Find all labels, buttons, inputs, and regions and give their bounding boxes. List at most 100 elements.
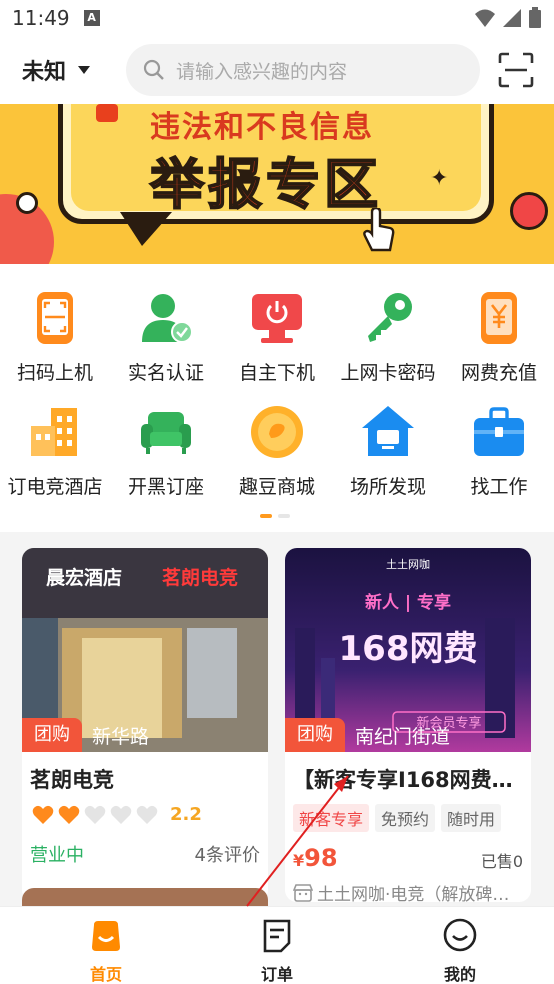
venue-house-icon	[362, 406, 414, 456]
pager-dots	[260, 514, 290, 518]
heart-icon-empty	[136, 805, 158, 824]
grid-item-seat[interactable]: 开黑订座	[111, 404, 221, 499]
street-label: 南纪门街道	[355, 725, 451, 748]
top-header: 未知 请输入感兴趣的内容	[0, 36, 554, 104]
signal-icon	[503, 9, 521, 27]
nav-label: 我的	[443, 965, 476, 984]
chevron-down-icon	[78, 66, 91, 74]
grid-label: 网费充值	[460, 362, 537, 384]
bottom-nav: 首页 订单 我的	[0, 906, 554, 984]
status-time: 11:49	[12, 6, 70, 30]
grid-label: 趣豆商城	[238, 476, 315, 498]
status-row: 营业中 4条评价	[22, 825, 268, 867]
grid-label: 开黑订座	[127, 476, 204, 498]
shop-name: 茗朗电竞	[30, 768, 114, 792]
verified-user-icon	[142, 294, 193, 343]
deal-name: 【新客专享I168网费…	[293, 768, 513, 792]
grid-item-job[interactable]: 找工作	[444, 404, 554, 499]
pager-dot	[278, 514, 290, 518]
search-placeholder: 请输入感兴趣的内容	[176, 60, 348, 83]
shop-image: 晨宏酒店 茗朗电竞 团购 新华路	[22, 548, 268, 752]
nav-label: 订单	[260, 965, 293, 984]
city-name: 未知	[22, 60, 67, 85]
heart-icon-filled	[32, 805, 54, 824]
nav-profile[interactable]: 我的	[410, 917, 510, 984]
price-row: ¥98 已售0	[285, 832, 531, 872]
decor-circle-right	[510, 192, 548, 230]
grid-item-topup[interactable]: 网费充值	[444, 290, 554, 385]
grid-item-venue[interactable]: 场所发现	[333, 404, 443, 499]
pointer-hand-icon	[363, 208, 395, 252]
tag-row: 团购 南纪门街道	[285, 718, 450, 752]
scan-phone-icon	[37, 292, 73, 344]
group-buy-badge: 团购	[285, 718, 345, 752]
search-input[interactable]: 请输入感兴趣的内容	[126, 44, 480, 96]
search-icon	[143, 59, 164, 80]
grid-item-scan[interactable]: 扫码上机	[0, 290, 110, 385]
heart-icon-empty	[110, 805, 132, 824]
function-grid: 扫码上机 实名认证 自主下机 上网卡密码 网费充值 订电竞酒店 开黑订座 趣豆商…	[0, 264, 554, 532]
profile-smile-icon	[443, 918, 477, 952]
key-icon	[368, 293, 412, 342]
decor-dot	[16, 192, 38, 214]
currency-symbol: ¥	[293, 851, 305, 870]
deal-card[interactable]: 土土网咖 新人 | 专享 168网费 新会员专享 团购 南纪门街道 【新客专享I…	[285, 548, 531, 902]
grid-label: 场所发现	[349, 476, 426, 498]
app-screen: 11:49 A 未知 请输入感兴趣的内容 违法和不良信息 举报专区 ✦ 扫码上机…	[0, 0, 554, 984]
banner-title: 举报专区	[149, 152, 382, 217]
scan-icon[interactable]	[498, 52, 534, 88]
sparkle-icon: ✦	[430, 166, 449, 191]
grid-label: 订电竞酒店	[7, 476, 103, 498]
status-indicators	[474, 7, 542, 29]
wifi-icon	[475, 9, 495, 27]
power-monitor-icon	[252, 294, 302, 343]
price-value: 98	[304, 844, 338, 872]
report-banner[interactable]: 违法和不良信息 举报专区 ✦	[0, 104, 554, 264]
open-status: 营业中	[30, 845, 84, 866]
alarm-icon	[96, 104, 118, 122]
street-label: 新华路	[92, 725, 150, 748]
status-bar: 11:49 A	[0, 0, 554, 36]
brand-text: 土土网咖	[386, 557, 430, 571]
briefcase-icon	[474, 407, 524, 456]
grid-item-hotel[interactable]: 订电竞酒店	[0, 404, 110, 499]
merchant-name: 土土网咖·电竞（解放碑…	[317, 885, 510, 902]
deal-tag: 新客专享	[293, 804, 370, 832]
poster-new-user: 新人 | 专享	[365, 592, 451, 613]
grid-label: 自主下机	[238, 362, 315, 384]
notification-icon: A	[83, 10, 100, 26]
deal-tags: 新客专享 免预约 随时用	[285, 794, 531, 832]
grid-label: 扫码上机	[16, 362, 93, 384]
nav-label: 首页	[89, 965, 122, 984]
rating-value: 2.2	[170, 804, 202, 825]
deal-image: 土土网咖 新人 | 专享 168网费 新会员专享 团购 南纪门街道	[285, 548, 531, 752]
grid-item-card-password[interactable]: 上网卡密码	[333, 290, 443, 385]
nav-home[interactable]: 首页	[56, 917, 156, 984]
merchant-row: 土土网咖·电竞（解放碑…	[285, 872, 531, 902]
rating-hearts: 2.2	[22, 794, 268, 825]
hotel-building-icon	[31, 408, 77, 456]
shop-sign-2: 茗朗电竞	[162, 566, 238, 589]
grid-label: 上网卡密码	[340, 362, 436, 384]
shop-sign-1: 晨宏酒店	[46, 566, 122, 589]
deal-price: ¥98	[293, 844, 338, 872]
heart-icon-filled	[58, 805, 80, 824]
review-count: 4条评价	[194, 845, 260, 866]
grid-label: 找工作	[470, 476, 528, 498]
nav-orders[interactable]: 订单	[227, 917, 327, 984]
deal-tag: 随时用	[441, 804, 502, 832]
shop-card[interactable]: 晨宏酒店 茗朗电竞 团购 新华路 茗朗电竞 2.2 营业中 4条评价	[22, 548, 268, 902]
heart-icon-empty	[84, 805, 106, 824]
battery-icon	[529, 7, 541, 28]
deal-tag: 免预约	[375, 804, 436, 832]
sofa-icon	[141, 412, 191, 454]
tag-row: 团购 新华路	[22, 718, 149, 752]
grid-item-verify[interactable]: 实名认证	[111, 290, 221, 385]
poster-headline: 168网费	[339, 629, 478, 669]
city-selector[interactable]: 未知	[22, 54, 126, 86]
grid-item-mall[interactable]: 趣豆商城	[222, 404, 332, 499]
grid-label: 实名认证	[127, 362, 204, 384]
grid-item-logout[interactable]: 自主下机	[222, 290, 332, 385]
store-icon	[293, 883, 313, 902]
order-doc-icon	[263, 919, 291, 953]
